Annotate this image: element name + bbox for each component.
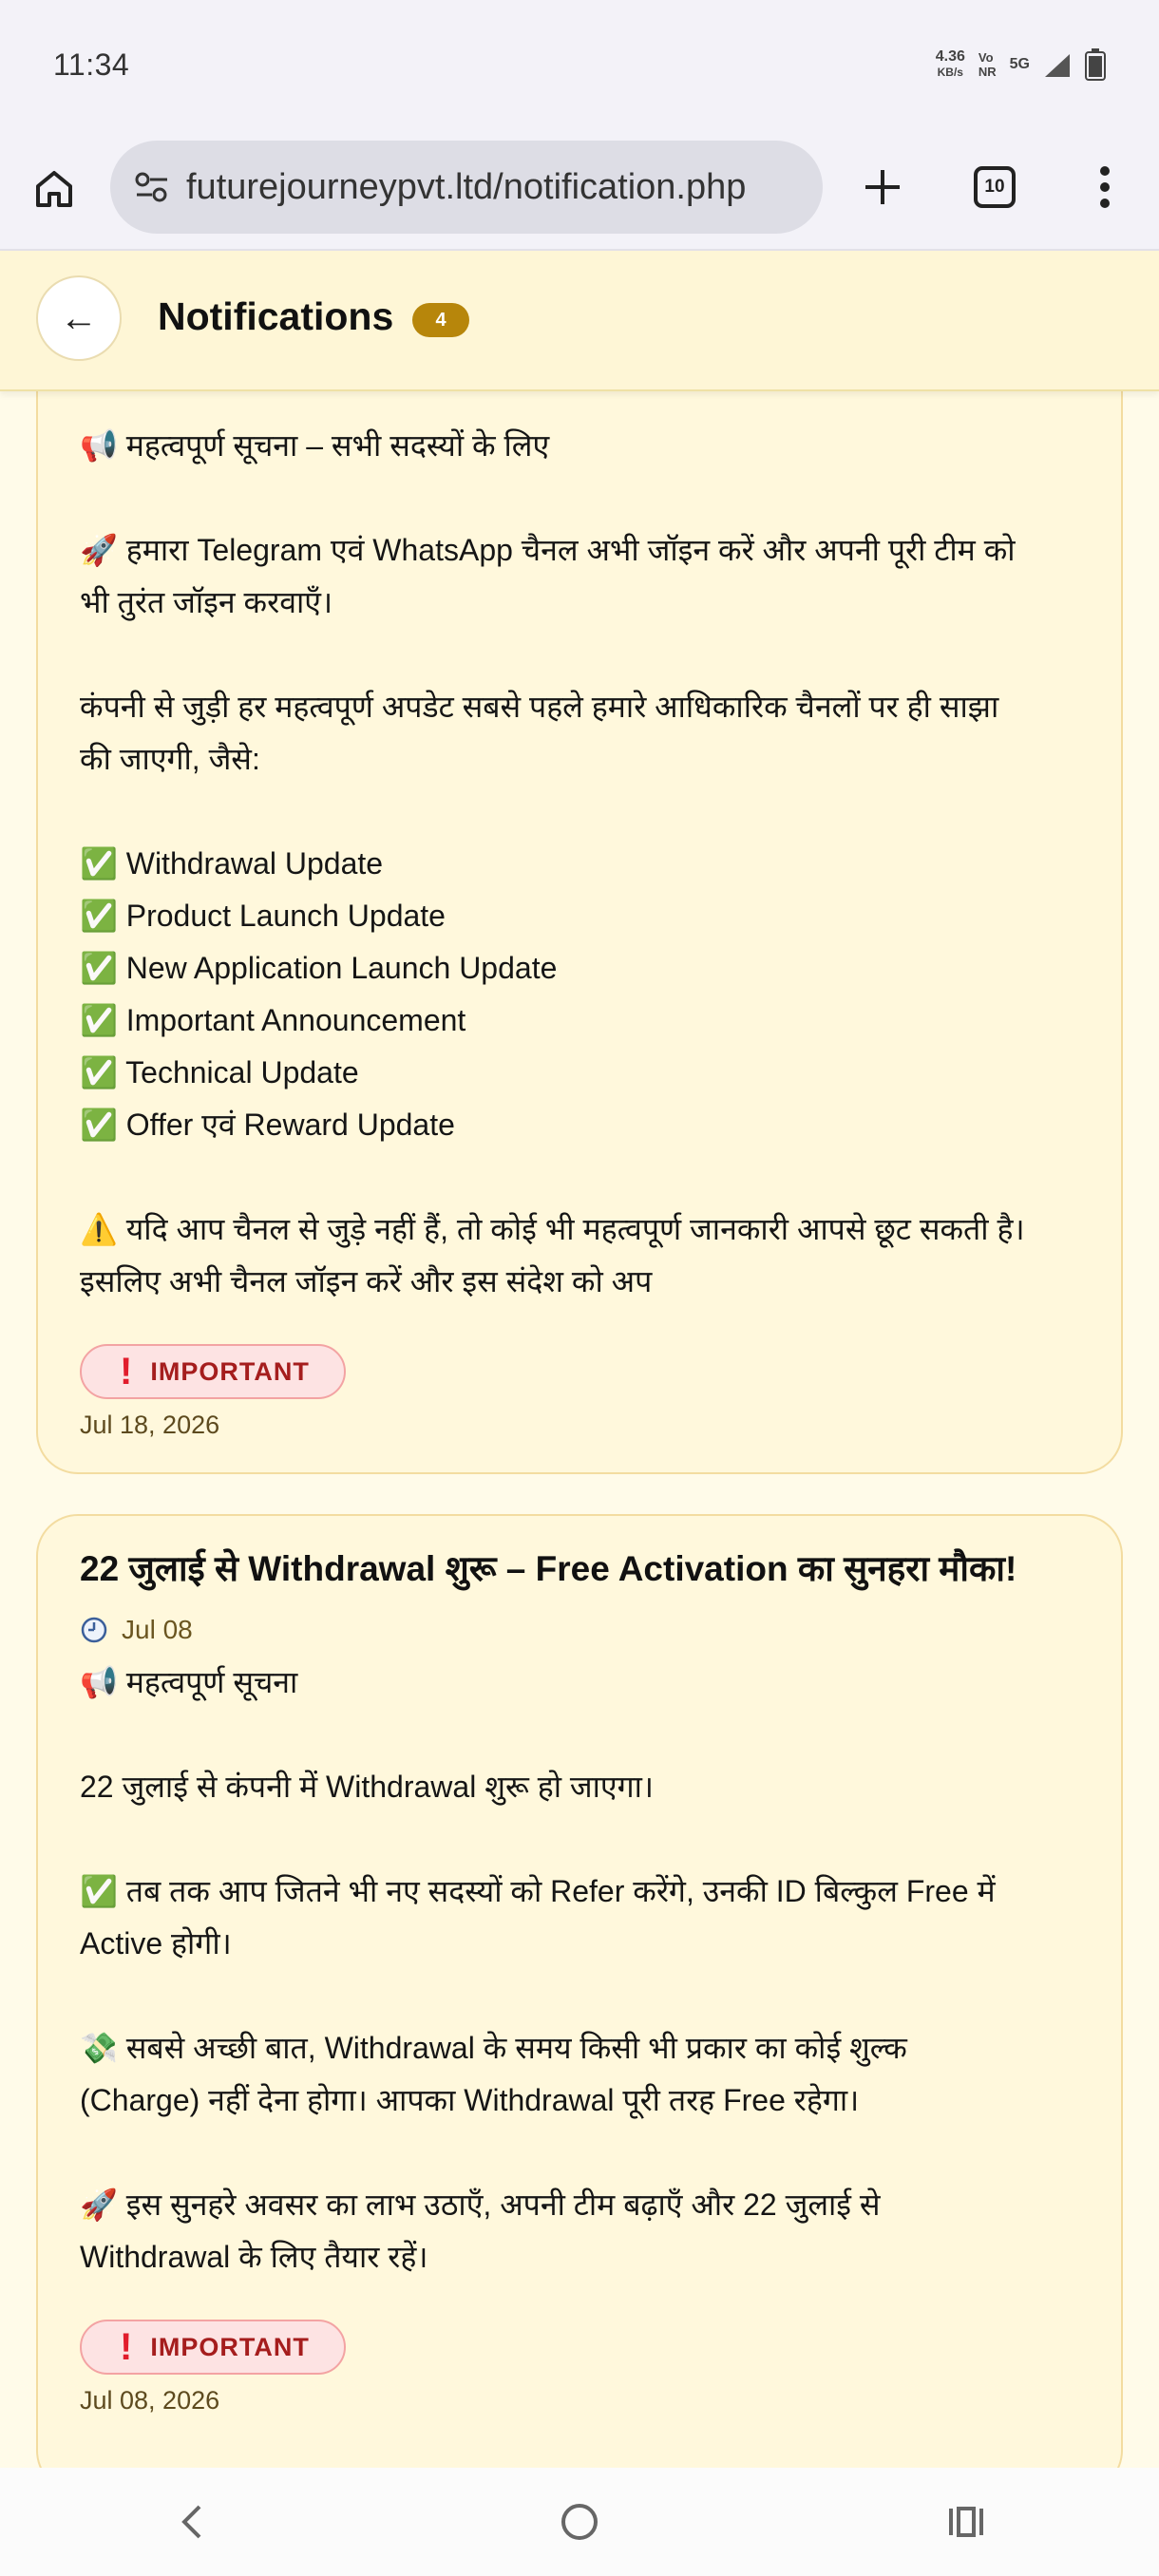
body-line: ✅ New Application Launch Update [80, 951, 558, 985]
nav-recents-button[interactable] [923, 2484, 1009, 2560]
back-button[interactable]: ← [36, 275, 122, 361]
battery-icon [1085, 48, 1106, 81]
body-line: ✅ तब तक आप जितने भी नए सदस्यों को Refer … [80, 1874, 996, 1908]
new-tab-button[interactable] [853, 158, 912, 217]
clock-icon [81, 1617, 107, 1643]
home-nav-icon [560, 2504, 598, 2540]
body-line: ✅ Technical Update [80, 1055, 359, 1089]
body-line: 🚀 इस सुनहरे अवसर का लाभ उठाएँ, अपनी टीम … [80, 2188, 881, 2222]
body-line: कंपनी से जुड़ी हर महत्वपूर्ण अपडेट सबसे … [80, 690, 999, 724]
home-button[interactable] [25, 160, 84, 218]
notification-meta: Jul 08 [80, 1615, 1079, 1645]
network-type: 5G [1009, 56, 1030, 72]
notification-count-badge: 4 [412, 303, 469, 337]
notifications-list: 📢 महत्वपूर्ण सूचना – सभी सदस्यों के लिए 🚀… [0, 391, 1159, 2468]
notification-date: Jul 18, 2026 [80, 1411, 220, 1439]
body-line: 💸 सबसे अच्छी बात, Withdrawal के समय किसी… [80, 2031, 907, 2065]
tabs-icon: 10 [974, 166, 1016, 208]
url-text: futurejourneypvt.ltd/notification.php [186, 166, 747, 207]
status-icons: 4.36 KB/s Vo NR 5G [936, 48, 1106, 81]
body-line: ✅ Offer एवं Reward Update [80, 1108, 455, 1142]
volte-bottom: NR [978, 65, 997, 79]
browser-toolbar: futurejourneypvt.ltd/notification.php 10 [0, 129, 1159, 251]
net-speed-unit: KB/s [937, 66, 963, 79]
body-line: ⚠️ यदि आप चैनल से जुड़े नहीं हैं, तो कोई… [80, 1212, 1025, 1246]
notification-short-date: Jul 08 [122, 1615, 193, 1644]
address-bar[interactable]: futurejourneypvt.ltd/notification.php [110, 141, 823, 234]
plus-icon [865, 170, 900, 204]
body-line: ✅ Important Announcement [80, 1003, 466, 1037]
notification-body: 📢 महत्वपूर्ण सूचना – सभी सदस्यों के लिए 🚀… [80, 420, 1079, 1308]
page-header: ← Notifications 4 [0, 251, 1159, 391]
back-nav-icon [181, 2505, 201, 2539]
site-settings-icon[interactable] [133, 168, 171, 206]
body-line: इसलिए अभी चैनल जॉइन करें और इस संदेश को … [80, 1264, 653, 1298]
recents-nav-icon [948, 2507, 983, 2537]
home-icon [36, 171, 72, 207]
volte-top: Vo [978, 50, 994, 65]
notification-card[interactable]: 22 जुलाई से Withdrawal शुरू – Free Activ… [36, 1514, 1123, 2468]
net-speed: 4.36 KB/s [936, 49, 965, 80]
body-line: 📢 महत्वपूर्ण सूचना [80, 1665, 298, 1699]
body-line: ✅ Withdrawal Update [80, 846, 384, 881]
body-line: Active होगी। [80, 1926, 232, 1960]
notification-body: 📢 महत्वपूर्ण सूचना 22 जुलाई से कंपनी में … [80, 1657, 1079, 2283]
notification-card[interactable]: 📢 महत्वपूर्ण सूचना – सभी सदस्यों के लिए 🚀… [36, 391, 1123, 1474]
body-line: की जाएगी, जैसे: [80, 742, 260, 776]
signal-icon [1045, 54, 1070, 77]
exclamation-icon: ! [120, 1350, 134, 1392]
body-line: ✅ Product Launch Update [80, 899, 446, 933]
nav-home-button[interactable] [537, 2484, 622, 2560]
important-badge: ! IMPORTANT [80, 2320, 346, 2375]
badge-label: IMPORTANT [150, 1356, 310, 1386]
system-nav-bar [0, 2468, 1159, 2576]
body-line: 22 जुलाई से कंपनी में Withdrawal शुरू हो… [80, 1770, 655, 1804]
volte-indicator: Vo NR [978, 50, 997, 79]
status-bar: 11:34 4.36 KB/s Vo NR 5G [0, 0, 1159, 129]
body-line: (Charge) नहीं देना होगा। आपका Withdrawal… [80, 2083, 860, 2117]
notification-date: Jul 08, 2026 [80, 2386, 220, 2415]
important-badge: ! IMPORTANT [80, 1344, 346, 1399]
body-line: 📢 महत्वपूर्ण सूचना – सभी सदस्यों के लिए [80, 428, 550, 463]
status-time: 11:34 [53, 47, 130, 82]
net-speed-value: 4.36 [935, 48, 965, 65]
notification-title: 22 जुलाई से Withdrawal शुरू – Free Activ… [80, 1549, 1017, 1588]
badge-label: IMPORTANT [150, 2332, 310, 2361]
more-vert-icon [1100, 166, 1110, 208]
body-line: 🚀 हमारा Telegram एवं WhatsApp चैनल अभी ज… [80, 533, 1016, 567]
body-line: भी तुरंत जॉइन करवाएँ। [80, 585, 333, 619]
body-line: Withdrawal के लिए तैयार रहें। [80, 2240, 428, 2274]
more-menu-button[interactable] [1075, 158, 1134, 217]
exclamation-icon: ! [120, 2325, 134, 2368]
page-title: Notifications [158, 294, 394, 338]
tabs-button[interactable]: 10 [965, 158, 1024, 217]
nav-back-button[interactable] [150, 2484, 236, 2560]
